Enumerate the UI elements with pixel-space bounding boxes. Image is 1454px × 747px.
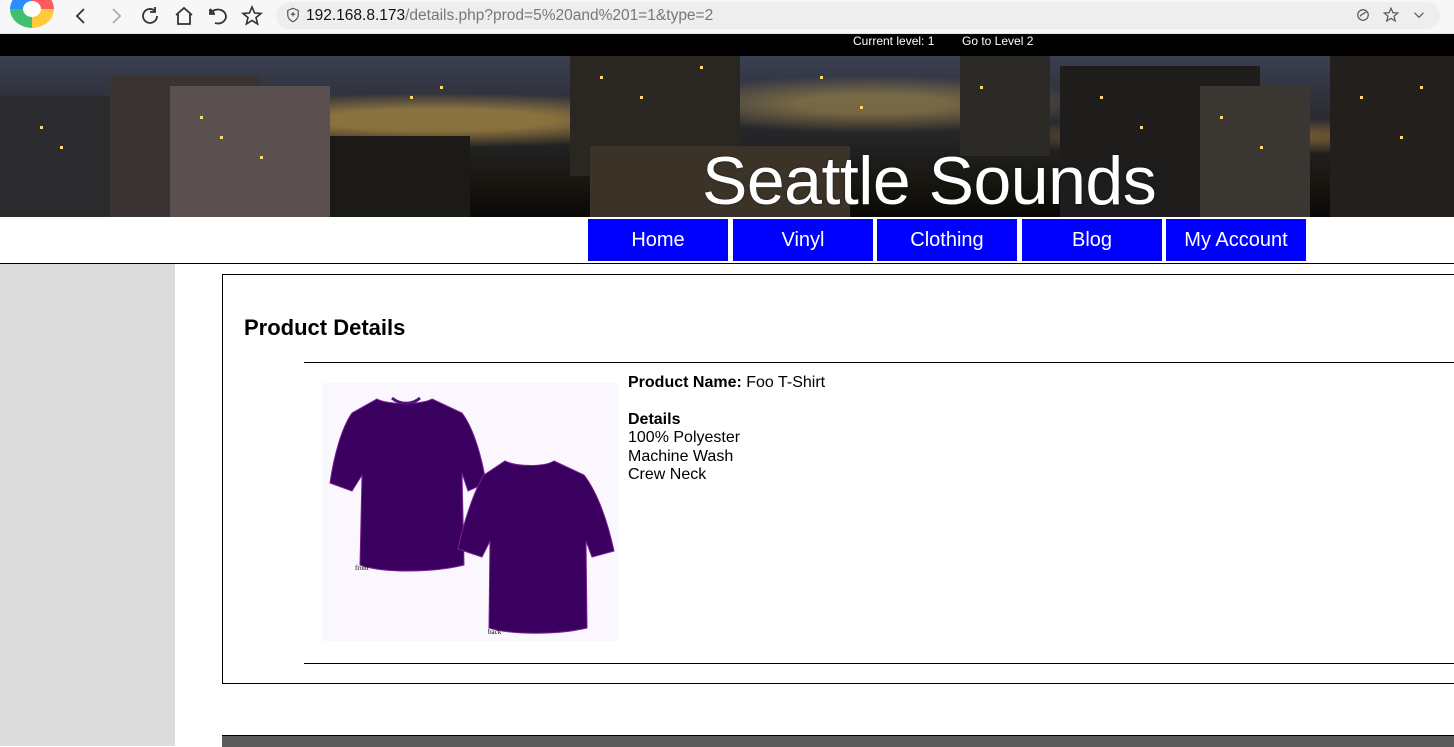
- back-icon[interactable]: [69, 4, 93, 28]
- details-heading: Details: [628, 411, 680, 429]
- address-bar[interactable]: 192.168.8.173/details.php?prod=5%20and%2…: [276, 2, 1440, 29]
- reload-icon[interactable]: [138, 4, 162, 28]
- url-path: /details.php?prod=5%20and%201=1&type=2: [405, 7, 714, 24]
- url-host: 192.168.8.173: [306, 7, 406, 24]
- bookmark-star-icon[interactable]: [240, 4, 264, 28]
- product-name-line: Product Name: Foo T-Shirt: [628, 374, 825, 392]
- footer-bar: [222, 735, 1454, 747]
- favorite-star-icon[interactable]: [1382, 6, 1400, 24]
- menu-divider: [0, 263, 1454, 264]
- product-image: front back: [322, 383, 618, 641]
- shield-icon[interactable]: [284, 6, 302, 24]
- front-label: front: [355, 564, 369, 572]
- menu-item-home[interactable]: Home: [588, 219, 728, 261]
- product-divider-bottom: [304, 663, 1454, 664]
- chevron-down-icon[interactable]: [1410, 6, 1428, 24]
- header-banner: Seattle Sounds: [0, 56, 1454, 217]
- menu-item-blog[interactable]: Blog: [1022, 219, 1162, 261]
- reader-mode-icon[interactable]: [1354, 6, 1372, 24]
- menu-item-my-account[interactable]: My Account: [1166, 219, 1306, 261]
- detail-line: 100% Polyester: [628, 429, 741, 446]
- page-title: Product Details: [244, 315, 406, 340]
- back-label: back: [488, 628, 502, 636]
- site-title: Seattle Sounds: [702, 143, 1157, 217]
- current-level-text: Current level: 1: [853, 34, 935, 48]
- url-text[interactable]: 192.168.8.173/details.php?prod=5%20and%2…: [306, 7, 713, 25]
- level-bar: Current level: 1 Go to Level 2: [0, 34, 1454, 56]
- details-label: Details: [628, 411, 681, 428]
- home-icon[interactable]: [172, 4, 196, 28]
- product-name-label: Product Name:: [628, 374, 742, 391]
- undo-icon[interactable]: [206, 4, 230, 28]
- detail-line: Crew Neck: [628, 466, 707, 483]
- product-name-value: Foo T-Shirt: [746, 374, 826, 391]
- tshirt-image: [329, 396, 615, 634]
- detail-line: Machine Wash: [628, 448, 734, 465]
- browser-toolbar: 192.168.8.173/details.php?prod=5%20and%2…: [0, 0, 1454, 34]
- menu-item-vinyl[interactable]: Vinyl: [733, 219, 873, 261]
- menu-item-clothing[interactable]: Clothing: [877, 219, 1017, 261]
- sidebar: [0, 264, 175, 746]
- browser-logo-icon: [10, 0, 54, 28]
- product-divider-top: [304, 362, 1454, 363]
- go-to-level-link[interactable]: Go to Level 2: [962, 34, 1033, 48]
- forward-icon[interactable]: [104, 4, 128, 28]
